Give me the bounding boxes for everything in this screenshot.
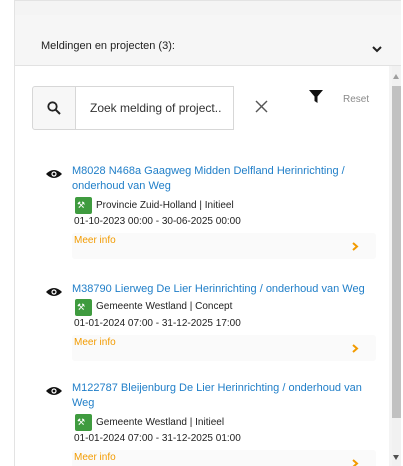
filter-icon[interactable] <box>309 90 323 104</box>
roadwork-icon: ⚒ <box>75 197 92 214</box>
item-date-range: 01-01-2024 07:00 - 31-12-2025 01:00 <box>74 433 241 444</box>
item-title-link[interactable]: M122787 Bleijenburg De Lier Herinrichtin… <box>72 381 372 411</box>
roadwork-icon: ⚒ <box>75 414 92 431</box>
search-input[interactable] <box>76 86 234 130</box>
reset-link[interactable]: Reset <box>343 94 369 105</box>
roadwork-icon: ⚒ <box>75 299 92 316</box>
scrollbar[interactable] <box>392 66 401 466</box>
chevron-right-icon <box>352 242 359 251</box>
panel-title: Meldingen en projecten (3): <box>41 40 175 52</box>
scroll-up-arrow[interactable] <box>393 74 399 79</box>
search-icon <box>47 101 61 115</box>
eye-icon[interactable] <box>45 168 63 180</box>
panel-header[interactable]: Meldingen en projecten (3): <box>15 15 401 66</box>
chevron-down-icon[interactable] <box>371 43 383 55</box>
item-date-range: 01-01-2024 07:00 - 31-12-2025 17:00 <box>74 318 241 329</box>
item-title-link[interactable]: M8028 N468a Gaagweg Midden Delfland Heri… <box>72 164 372 194</box>
item-organisation: Gemeente Westland | Initieel <box>96 417 225 428</box>
item-date-range: 01-10-2023 00:00 - 30-06-2025 00:00 <box>74 216 241 227</box>
item-organisation: Provincie Zuid-Holland | Initieel <box>96 200 234 211</box>
projects-panel: Meldingen en projecten (3): Reset M8028 … <box>14 0 401 466</box>
scrollbar-thumb[interactable] <box>392 86 401 418</box>
more-info-row[interactable]: Meer info <box>72 335 376 361</box>
more-info-label: Meer info <box>74 235 116 246</box>
eye-icon[interactable] <box>45 286 63 298</box>
close-icon[interactable] <box>251 96 273 118</box>
search-button[interactable] <box>32 86 76 130</box>
results-list: Reset M8028 N468a Gaagweg Midden Delflan… <box>15 66 389 466</box>
more-info-row[interactable]: Meer info <box>72 233 376 259</box>
chevron-right-icon <box>352 344 359 353</box>
scroll-down-arrow[interactable] <box>393 455 399 460</box>
item-title-link[interactable]: M38790 Lierweg De Lier Herinrichting / o… <box>72 282 372 297</box>
item-organisation: Gemeente Westland | Concept <box>96 301 233 312</box>
more-info-row[interactable]: Meer info <box>72 450 376 466</box>
more-info-label: Meer info <box>74 337 116 348</box>
more-info-label: Meer info <box>74 452 116 463</box>
eye-icon[interactable] <box>45 385 63 397</box>
